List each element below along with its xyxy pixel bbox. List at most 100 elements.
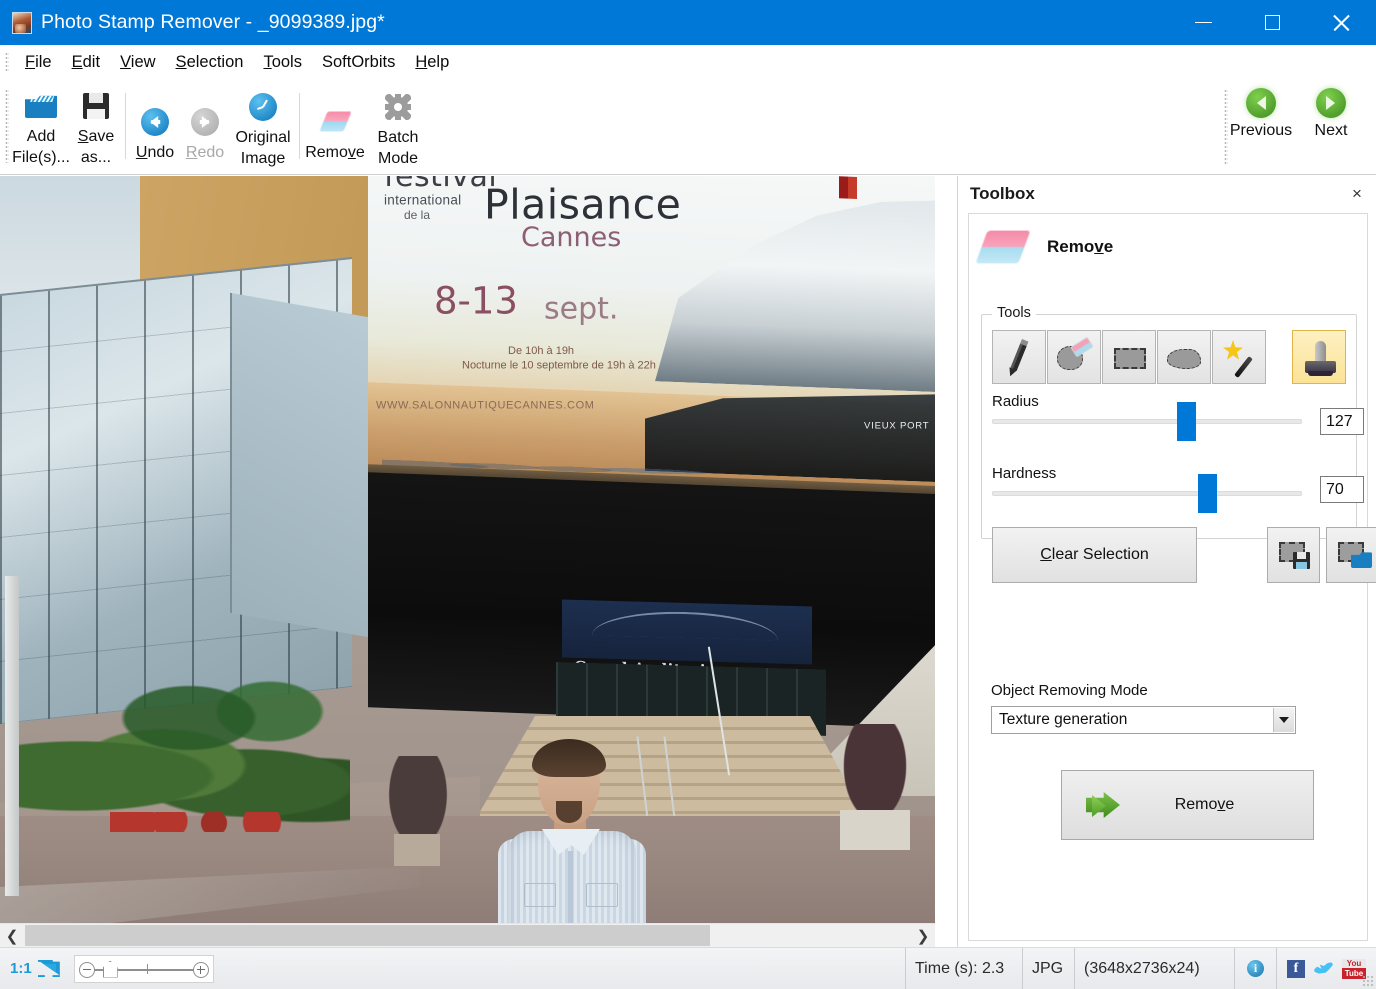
menu-view[interactable]: View — [110, 51, 165, 74]
photo-festival-banner: festival international de la Plaisance C… — [368, 176, 935, 496]
zoom-slider-tick — [147, 964, 148, 974]
tool-buttons-row — [992, 330, 1266, 384]
scroll-left-icon[interactable]: ❮ — [0, 924, 24, 947]
undo-button[interactable]: Undo — [130, 91, 180, 163]
magic-wand-icon — [1223, 340, 1243, 360]
banner-text-festival: festival — [384, 176, 497, 194]
save-selection-button[interactable] — [1267, 527, 1320, 583]
floppy-disk-icon — [79, 89, 113, 123]
banner-yacht — [655, 181, 935, 392]
rectangle-select-tool-button[interactable] — [1102, 330, 1156, 384]
zoom-slider[interactable] — [74, 955, 214, 983]
menu-selection[interactable]: Selection — [166, 51, 254, 74]
facebook-icon[interactable]: f — [1287, 960, 1305, 978]
toolbox-close-icon[interactable]: × — [1347, 184, 1367, 204]
remove-action-button[interactable]: Remove — [1061, 770, 1314, 840]
toolbar-drag-grip[interactable] — [5, 89, 9, 163]
toolbar-group-navigation: Previous Next — [1226, 85, 1366, 140]
maximize-icon — [1265, 15, 1280, 30]
redo-button[interactable]: Redo — [180, 91, 230, 163]
zoom-home-thumb[interactable] — [103, 961, 118, 978]
banner-text-international: international — [384, 192, 461, 207]
person-pocket-right — [586, 883, 618, 907]
previous-button[interactable]: Previous — [1226, 85, 1296, 140]
menu-bar: File Edit View Selection Tools SoftOrbit… — [0, 45, 1376, 79]
zoom-ratio-button[interactable]: 1:1 — [0, 960, 38, 977]
status-time: Time (s): 2.3 — [905, 948, 1023, 989]
magic-wand-tool-button[interactable] — [1212, 330, 1266, 384]
menu-edit[interactable]: Edit — [62, 51, 110, 74]
original-image-button[interactable]: Original Image — [230, 86, 296, 169]
maximize-button[interactable] — [1238, 0, 1307, 45]
canvas-horizontal-scrollbar[interactable]: ❮ ❯ — [0, 923, 935, 947]
resize-grip[interactable] — [1362, 975, 1374, 987]
load-selection-button[interactable] — [1326, 527, 1376, 583]
menu-drag-grip[interactable] — [5, 52, 9, 72]
clear-selection-button[interactable]: Clear Selection — [992, 527, 1197, 583]
scroll-right-icon[interactable]: ❯ — [911, 924, 935, 947]
lasso-select-tool-button[interactable] — [1157, 330, 1211, 384]
person-beard — [556, 801, 582, 823]
photo-image[interactable]: festival international de la Plaisance C… — [0, 176, 935, 923]
zoom-in-icon[interactable] — [193, 962, 209, 978]
banner-text-cannes: Cannes — [521, 222, 621, 253]
zoom-out-icon[interactable] — [79, 962, 95, 978]
save-as-label-line1: Save — [78, 126, 114, 147]
menu-help[interactable]: Help — [405, 51, 459, 74]
next-arrow-icon — [1316, 88, 1346, 118]
photo-glass-facade-2 — [230, 293, 380, 639]
redo-arrow-icon — [188, 105, 222, 139]
hardness-slider-track[interactable] — [992, 491, 1302, 496]
magic-wand-stick-icon — [1234, 356, 1253, 378]
banner-text-de-la: de la — [404, 208, 430, 222]
menu-file[interactable]: File — [15, 51, 62, 74]
tools-group-label: Tools — [992, 305, 1036, 321]
toolbox-body: Remove Tools — [968, 213, 1368, 941]
person-pocket-left — [524, 883, 556, 907]
radius-slider-track[interactable] — [992, 419, 1302, 424]
remove-toolbar-label: Remove — [305, 142, 365, 163]
info-icon: i — [1247, 960, 1264, 977]
photo-person — [480, 731, 680, 923]
horizontal-scroll-thumb[interactable] — [25, 925, 710, 946]
remove-section-title: Remove — [1047, 237, 1113, 257]
photo-flowers — [110, 812, 310, 832]
status-bar: 1:1 Time (s): 2.3 JPG (3648x2736x24) i f… — [0, 947, 1376, 989]
radius-value-input[interactable]: 127 — [1320, 408, 1364, 435]
menu-tools[interactable]: Tools — [253, 51, 312, 74]
fit-to-window-icon[interactable] — [38, 960, 60, 977]
add-files-button[interactable]: Add File(s)... — [12, 85, 70, 168]
remove-toolbar-button[interactable]: Remove — [303, 91, 367, 163]
eraser-icon — [318, 105, 352, 139]
toolbar-group-history: Undo Redo Original Image — [130, 85, 296, 169]
close-button[interactable] — [1307, 0, 1376, 45]
previous-arrow-icon — [1246, 88, 1276, 118]
pencil-icon — [1010, 343, 1027, 372]
stamp-tool-button[interactable] — [1292, 330, 1346, 384]
eraser-icon — [975, 230, 1031, 264]
close-icon — [1332, 13, 1351, 32]
toolbar-group-file: Add File(s)... Save as... — [12, 85, 122, 169]
status-spacer — [224, 948, 905, 989]
next-button[interactable]: Next — [1296, 85, 1366, 140]
redo-label: Redo — [186, 142, 224, 163]
application-window: Photo Stamp Remover - _9099389.jpg* File… — [0, 0, 1376, 989]
batch-mode-button[interactable]: Batch Mode — [367, 86, 429, 169]
image-canvas[interactable]: festival international de la Plaisance C… — [0, 176, 957, 923]
brush-eraser-tool-button[interactable] — [1047, 330, 1101, 384]
photo-planter-left — [378, 756, 458, 866]
info-button[interactable]: i — [1235, 948, 1277, 989]
twitter-icon[interactable] — [1314, 961, 1333, 977]
hardness-value-input[interactable]: 70 — [1320, 476, 1364, 503]
radius-slider-thumb[interactable] — [1177, 402, 1196, 441]
menu-softorbits[interactable]: SoftOrbits — [312, 51, 405, 74]
minimize-button[interactable] — [1169, 0, 1238, 45]
hardness-slider-thumb[interactable] — [1198, 474, 1217, 513]
object-removing-mode-select[interactable]: Texture generation — [991, 706, 1296, 734]
rectangle-marquee-icon — [1114, 348, 1146, 369]
pencil-tool-button[interactable] — [992, 330, 1046, 384]
save-as-button[interactable]: Save as... — [70, 85, 122, 168]
stamp-foot-icon — [1308, 371, 1333, 376]
status-format: JPG — [1023, 948, 1075, 989]
chevron-down-icon[interactable] — [1273, 708, 1294, 732]
